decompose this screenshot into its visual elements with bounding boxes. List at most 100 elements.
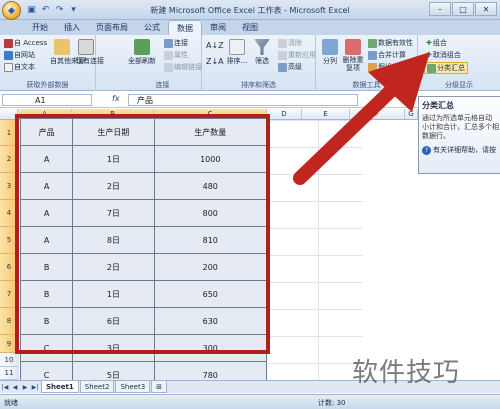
tooltip-title: 分类汇总	[422, 101, 454, 110]
subtotal-button[interactable]: 分类汇总	[424, 62, 468, 74]
minimize-button[interactable]: –	[429, 2, 451, 16]
next-sheet-icon[interactable]: ▶	[20, 382, 30, 392]
status-ready: 就绪	[4, 399, 18, 407]
watermark-text: 软件技巧	[352, 358, 461, 388]
subtotal-tooltip: 分类汇总 通过为所选单元格自动 小计和合计，汇总多个相 数据行。 ? 有关详细帮助…	[418, 96, 500, 174]
tooltip-help: ? 有关详细帮助，请按	[422, 145, 500, 155]
properties-button[interactable]: 属性	[164, 50, 188, 60]
tab-view[interactable]: 视图	[234, 20, 266, 35]
name-box[interactable]: A1	[2, 94, 92, 106]
sort-za-icon: Z↓A	[206, 57, 224, 66]
sheet-tab-1[interactable]: Sheet1	[41, 381, 79, 393]
advanced-filter-icon	[278, 62, 287, 72]
sheet-tab-3[interactable]: Sheet3	[115, 381, 151, 393]
group-icon: ✚	[426, 39, 432, 47]
reapply-icon	[278, 50, 287, 60]
office-button[interactable]: ◆	[2, 1, 21, 20]
database-icon	[54, 39, 70, 55]
text-to-columns-button[interactable]: 分列	[320, 39, 340, 66]
edit-links-icon	[164, 62, 173, 72]
refresh-all-button[interactable]: 全部刷新	[128, 39, 156, 66]
connections-button[interactable]: 连接	[164, 38, 188, 48]
access-icon	[4, 38, 13, 48]
group-connections: 全部刷新 连接 属性 编辑链接 连接	[124, 35, 202, 91]
row-header[interactable]: 10	[0, 353, 18, 367]
from-web-button[interactable]: 自网站	[4, 50, 35, 60]
from-text-button[interactable]: 自文本	[4, 62, 35, 72]
other-sources-button[interactable]: 自其他来源	[50, 39, 85, 66]
clear-filter-icon	[278, 38, 287, 48]
ungroup-button[interactable]: ✚ 取消组合	[426, 50, 461, 60]
ungroup-icon: ✚	[426, 51, 432, 59]
redo-icon[interactable]: ↷	[54, 4, 65, 15]
consolidate-icon	[368, 50, 377, 60]
connection-file-icon	[78, 39, 94, 55]
tab-home[interactable]: 开始	[24, 20, 56, 35]
group-sort-filter: A↓Z Z↓A 排序... 筛选 清除 重新应用 高级 排序和筛选	[202, 35, 316, 91]
edit-links-button[interactable]: 编辑链接	[164, 62, 202, 72]
title-bar: ◆ ▣ ↶ ↷ ▾ 新建 Microsoft Office Excel 工作表 …	[0, 0, 500, 20]
tab-page-layout[interactable]: 页面布局	[88, 20, 136, 35]
globe-icon	[4, 50, 13, 60]
column-header-e[interactable]: E	[302, 109, 350, 120]
data-validation-button[interactable]: 数据有效性	[368, 38, 413, 48]
tooltip-line-1: 通过为所选单元格自动	[422, 114, 492, 122]
formula-input[interactable]: 产品	[128, 94, 358, 106]
column-header-f[interactable]: F	[350, 109, 405, 120]
sort-button[interactable]: 排序...	[226, 39, 248, 66]
close-button[interactable]: ✕	[475, 2, 497, 16]
subtotal-icon	[427, 63, 436, 73]
undo-icon[interactable]: ↶	[40, 4, 51, 15]
filter-button[interactable]: 筛选	[252, 39, 272, 66]
advanced-filter-button[interactable]: 高级	[278, 62, 302, 72]
group-data-tools: 分列 删除重复项 数据有效性 合并计算 假设分析 数据工具	[316, 35, 418, 91]
insert-sheet-icon[interactable]: ⊞	[151, 381, 168, 393]
what-if-icon	[368, 62, 377, 72]
clear-filter-button[interactable]: 清除	[278, 38, 302, 48]
funnel-icon	[254, 39, 270, 55]
tooltip-line-2: 小计和合计，汇总多个相	[422, 123, 499, 131]
insert-function-icon[interactable]: fx	[112, 94, 120, 103]
split-columns-icon	[322, 39, 338, 55]
chevron-down-icon[interactable]: ▾	[68, 4, 79, 15]
help-icon: ?	[422, 145, 431, 155]
prev-sheet-icon[interactable]: ◀	[10, 382, 20, 392]
group-outline: ✚ 组合 ✚ 取消组合 分类汇总 分级显示	[424, 38, 473, 89]
from-access-button[interactable]: 自 Access	[4, 38, 47, 48]
refresh-icon	[134, 39, 150, 55]
ribbon-tabs: 开始 插入 页面布局 公式 数据 审阅 视图	[0, 20, 500, 35]
what-if-button[interactable]: 假设分析	[368, 62, 406, 72]
row-header[interactable]: 11	[0, 367, 18, 380]
column-header-g[interactable]: G	[405, 109, 418, 120]
link-icon	[164, 38, 173, 48]
ribbon: 自 Access 自网站 自文本 自其他来源 现有连接 获取外部数据 全部刷新 …	[0, 35, 500, 91]
last-sheet-icon[interactable]: ▶|	[30, 382, 40, 392]
sort-za-button[interactable]: Z↓A	[206, 57, 224, 66]
maximize-button[interactable]: □	[452, 2, 474, 16]
sort-dialog-icon	[229, 39, 245, 55]
consolidate-button[interactable]: 合并计算	[368, 50, 406, 60]
group-external-data: 自 Access 自网站 自文本 自其他来源 现有连接 获取外部数据	[0, 35, 104, 91]
tab-insert[interactable]: 插入	[56, 20, 88, 35]
existing-connections-button[interactable]: 现有连接	[76, 39, 104, 66]
sheet-tab-2[interactable]: Sheet2	[79, 381, 115, 393]
column-header-d[interactable]: D	[267, 109, 302, 120]
status-count: 计数: 30	[318, 399, 346, 407]
tab-review[interactable]: 审阅	[202, 20, 234, 35]
text-file-icon	[4, 62, 13, 72]
group-button[interactable]: ✚ 组合	[426, 38, 447, 48]
status-bar: 就绪 计数: 30	[0, 394, 500, 409]
reapply-button[interactable]: 重新应用	[278, 50, 316, 60]
validation-icon	[368, 38, 377, 48]
tooltip-line-3: 数据行。	[422, 132, 450, 140]
tab-formulas[interactable]: 公式	[136, 20, 168, 35]
tab-data[interactable]: 数据	[168, 20, 202, 35]
sort-az-button[interactable]: A↓Z	[206, 41, 224, 50]
window-title: 新建 Microsoft Office Excel 工作表 - Microsof…	[150, 6, 350, 15]
remove-duplicates-button[interactable]: 删除重复项	[342, 39, 364, 72]
remove-duplicates-icon	[345, 39, 361, 55]
window-controls: – □ ✕	[429, 2, 497, 16]
properties-icon	[164, 50, 173, 60]
save-icon[interactable]: ▣	[26, 4, 37, 15]
first-sheet-icon[interactable]: |◀	[0, 382, 10, 392]
